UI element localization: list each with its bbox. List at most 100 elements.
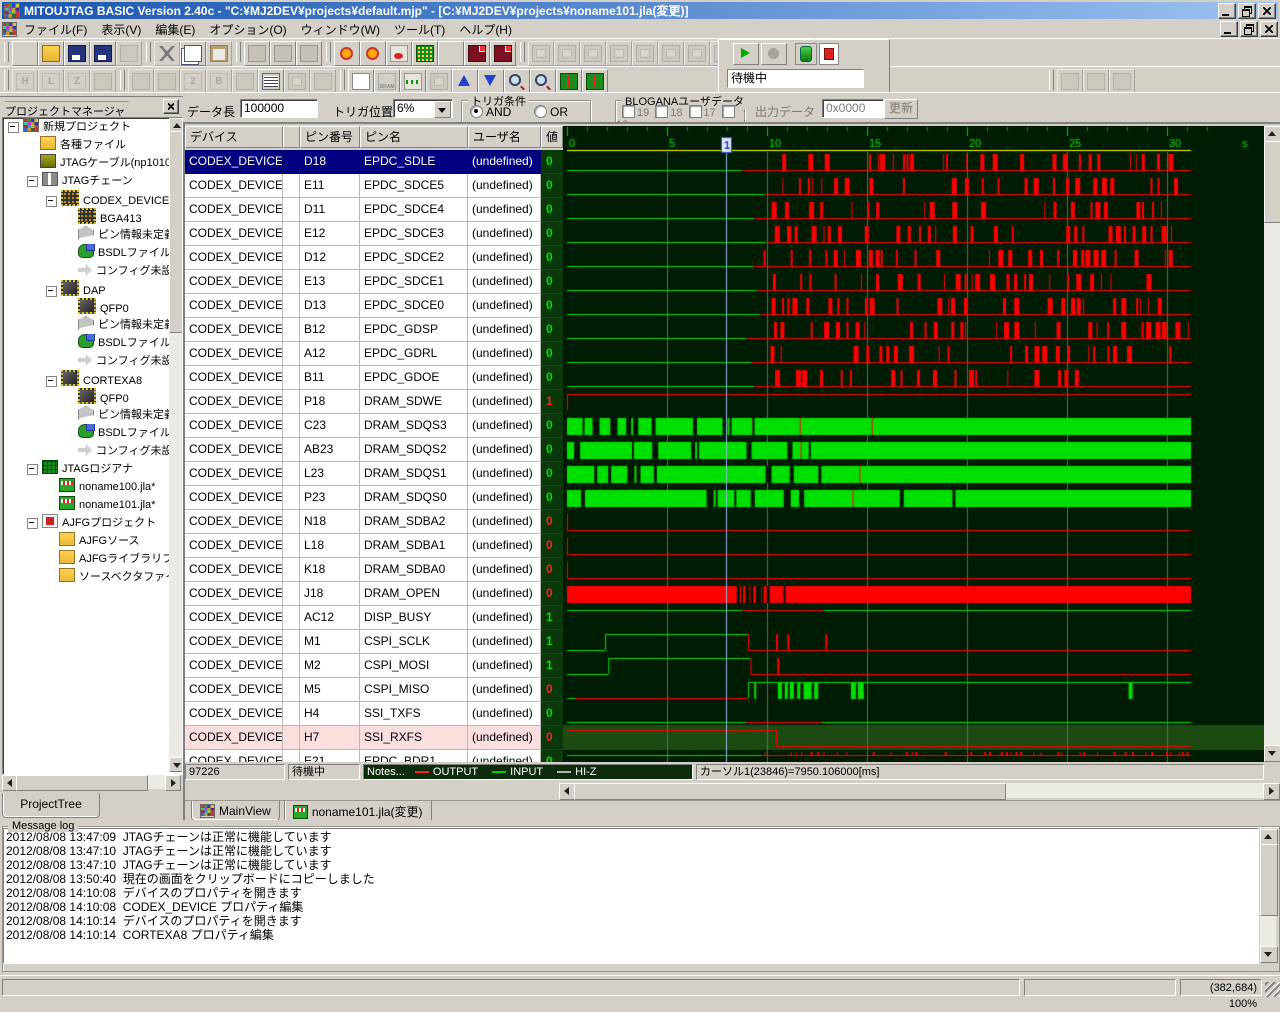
pin-table-row[interactable]: CODEX_DEVICEM5CSPI_MISO(undefined) [185, 678, 541, 702]
col-header-gap[interactable] [283, 126, 300, 148]
tree-item[interactable]: ピン情報未定義 [3, 226, 182, 244]
tree-item[interactable]: AJFGプロジェクト [3, 514, 182, 532]
tree-item[interactable]: AJFGソース [3, 532, 182, 550]
child-minimize-button[interactable] [1220, 21, 1238, 37]
tree-item[interactable]: noname100.jla* [3, 478, 182, 496]
tree-item[interactable]: CODEX_DEVICE [3, 190, 182, 208]
menu-item[interactable]: ツール(T) [387, 20, 452, 39]
resize-grip[interactable] [1265, 982, 1280, 997]
probe1-button[interactable] [334, 41, 360, 66]
up-button[interactable] [452, 69, 478, 94]
pin-table-row[interactable]: CODEX_DEVICEM1CSPI_SCLK(undefined) [185, 630, 541, 654]
tree-item[interactable]: QFP0 [3, 298, 182, 316]
pin-table-row[interactable]: CODEX_DEVICEA12EPDC_GDRL(undefined) [185, 342, 541, 366]
bram-button[interactable]: BRAM [374, 69, 400, 94]
scroll-right-icon[interactable] [165, 775, 181, 791]
tree-item[interactable]: ピン情報未定義 [3, 406, 182, 424]
window-layout-2-button[interactable] [270, 41, 296, 66]
pin-table-row[interactable]: CODEX_DEVICEN18DRAM_SDBA2(undefined) [185, 510, 541, 534]
zin-button[interactable] [504, 69, 530, 94]
tree-item[interactable]: BGA413 [3, 208, 182, 226]
pin-table-row[interactable]: CODEX_DEVICEE13EPDC_SDCE1(undefined) [185, 270, 541, 294]
menu-item[interactable]: 表示(V) [94, 20, 148, 39]
save-all-button[interactable] [90, 41, 116, 66]
pin-table-row[interactable]: CODEX_DEVICEH4SSI_TXFS(undefined) [185, 702, 541, 726]
radio-and[interactable]: AND [470, 105, 511, 119]
open-project-button[interactable] [38, 41, 64, 66]
down-button[interactable] [478, 69, 504, 94]
child-restore-button[interactable] [1240, 21, 1258, 37]
new-project-button[interactable] [12, 41, 38, 66]
scroll-down-icon[interactable] [1264, 745, 1280, 762]
data-length-input[interactable]: 100000 [240, 99, 318, 118]
minimize-button[interactable] [1218, 3, 1236, 19]
update-button[interactable]: 更新 [884, 99, 918, 119]
pin-table-row[interactable]: CODEX_DEVICEJ18DRAM_OPEN(undefined) [185, 582, 541, 606]
tree-item[interactable]: AJFGライブラリファイ [3, 550, 182, 568]
tree-item[interactable]: CORTEXA8 [3, 370, 182, 388]
scroll-down-icon[interactable] [169, 757, 183, 772]
col-header-device[interactable]: デバイス [185, 126, 283, 148]
dev-ins-button[interactable] [490, 41, 516, 66]
collapse-icon[interactable] [27, 518, 38, 529]
pin-table-row[interactable]: CODEX_DEVICEH7SSI_RXFS(undefined) [185, 726, 541, 750]
reset-button[interactable] [386, 41, 412, 66]
pin-table-row[interactable]: CODEX_DEVICEC23DRAM_SDQS3(undefined) [185, 414, 541, 438]
pin-table-row[interactable]: CODEX_DEVICED11EPDC_SDCE4(undefined) [185, 198, 541, 222]
stop-button[interactable] [761, 43, 787, 65]
col-header-value[interactable]: 値 [541, 126, 563, 148]
pin-table-row[interactable]: CODEX_DEVICEL18DRAM_SDBA1(undefined) [185, 534, 541, 558]
pin-table-row[interactable]: CODEX_DEVICED13EPDC_SDCE0(undefined) [185, 294, 541, 318]
pin-table-row[interactable]: CODEX_DEVICED12EPDC_SDCE2(undefined) [185, 246, 541, 270]
tree-item[interactable]: コンフィグ未設定 [3, 442, 182, 460]
copy-button[interactable] [180, 41, 206, 66]
pin-table-row[interactable]: CODEX_DEVICEAB23DRAM_SDQS2(undefined) [185, 438, 541, 462]
menu-item[interactable]: オプション(O) [202, 20, 293, 39]
col-header-user[interactable]: ユーザ名 [468, 126, 541, 148]
pin-table-row[interactable]: CODEX_DEVICEK18DRAM_SDBA0(undefined) [185, 558, 541, 582]
pin-table-row[interactable]: CODEX_DEVICEL23DRAM_SDQS1(undefined) [185, 462, 541, 486]
pin-table-row[interactable]: CODEX_DEVICEB11EPDC_GDOE(undefined) [185, 366, 541, 390]
tree-item[interactable]: コンフィグ未設定 [3, 352, 182, 370]
zout-button[interactable] [530, 69, 556, 94]
scan-green-button[interactable] [412, 41, 438, 66]
pin-table-row[interactable]: CODEX_DEVICED18EPDC_SDLE(undefined) [185, 150, 541, 174]
radio-or[interactable]: OR [534, 105, 568, 119]
tree-item[interactable]: 新規プロジェクト [3, 118, 182, 136]
tab-mainview[interactable]: MainView [191, 801, 280, 821]
collapse-icon[interactable] [8, 122, 19, 133]
tree-item[interactable]: DAP [3, 280, 182, 298]
tree-item[interactable]: ピン情報未定義 [3, 316, 182, 334]
page-button[interactable] [348, 69, 374, 94]
tree-item[interactable]: BSDLファイル参 [3, 424, 182, 442]
radio-or-icon[interactable] [534, 105, 547, 118]
menu-item[interactable]: ヘルプ(H) [452, 20, 519, 39]
pin-table-row[interactable]: CODEX_DEVICEE21EPDC_BDR1(undefined) [185, 750, 541, 762]
tree-hscroll[interactable] [2, 775, 181, 789]
restore-button[interactable] [1238, 3, 1256, 19]
log-vscroll[interactable] [1260, 829, 1276, 963]
pin-table-row[interactable]: CODEX_DEVICEE11EPDC_SDCE5(undefined) [185, 174, 541, 198]
collapse-icon[interactable] [27, 176, 38, 187]
menu-item[interactable]: ウィンドウ(W) [294, 20, 387, 39]
run-button[interactable] [733, 43, 759, 65]
wave-hscroll[interactable] [559, 783, 1280, 798]
save-project-button[interactable] [64, 41, 90, 66]
tab-project-tree[interactable]: ProjectTree [2, 793, 100, 818]
waveform-canvas[interactable] [563, 126, 1264, 762]
col-header-pinname[interactable]: ピン名 [360, 126, 468, 148]
wave-vscroll-thumb[interactable] [1264, 141, 1280, 223]
list-button[interactable] [258, 69, 284, 94]
output-data-input[interactable]: 0x0000 [822, 99, 884, 118]
chevron-down-icon[interactable] [434, 101, 451, 118]
pin-table-row[interactable]: CODEX_DEVICEB12EPDC_GDSP(undefined) [185, 318, 541, 342]
log-vscroll-thumb[interactable] [1260, 844, 1278, 916]
dev-add-button[interactable] [464, 41, 490, 66]
wave-hscroll-thumb[interactable] [574, 783, 1006, 800]
tree-item[interactable]: JTAGロジアナ [3, 460, 182, 478]
pin-table-row[interactable]: CODEX_DEVICEP23DRAM_SDQS0(undefined) [185, 486, 541, 510]
child-close-button[interactable] [1260, 21, 1278, 37]
collapse-icon[interactable] [46, 376, 57, 387]
tree-item[interactable]: BSDLファイル参 [3, 334, 182, 352]
tree-item[interactable]: コンフィグ未設定 [3, 262, 182, 280]
